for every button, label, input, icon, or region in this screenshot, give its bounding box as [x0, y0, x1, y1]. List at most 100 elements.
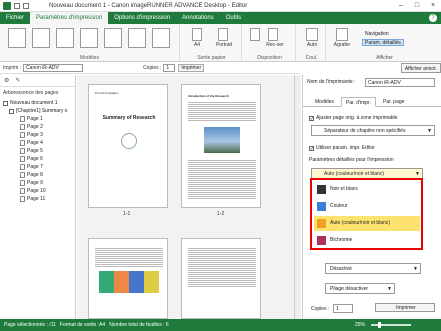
tree-pin-icon[interactable]: ✎: [15, 77, 20, 84]
color-swatch-icon: [317, 202, 326, 211]
duplex-icon[interactable]: [268, 28, 278, 41]
staple-icon[interactable]: [336, 28, 348, 41]
expand-icon[interactable]: [9, 108, 14, 114]
preview-page-3[interactable]: [88, 238, 168, 319]
page-icon: [20, 180, 25, 186]
navigation-button[interactable]: Navigation: [362, 30, 392, 37]
tree-chapter[interactable]: [Chapitre1] Summary o: [0, 107, 75, 115]
color-swatch-icon: [317, 236, 326, 245]
desactive-select[interactable]: Désactivé ▼: [325, 263, 421, 274]
print-bar: Imprim : Canon iR-ADV Copies : 1 Imprime…: [0, 62, 300, 74]
page2-text-2: [188, 159, 256, 199]
layout-icon[interactable]: [250, 28, 260, 41]
page4-text: [188, 247, 256, 287]
color-swatch-icon: [317, 185, 326, 194]
pliage-select[interactable]: Pliage désactiver ▼: [325, 283, 395, 294]
separateur-select[interactable]: Séparateur de chapitre non spécifiés ▼: [311, 125, 435, 136]
utiliser-checkbox[interactable]: ✓ Utiliser param. impr. Editor: [309, 145, 375, 151]
ajuster-checkbox[interactable]: ✓ Ajuster page orig. à zone imprimable: [309, 115, 397, 121]
color-option[interactable]: Bichromie: [314, 233, 420, 248]
tab-annotations[interactable]: Annotations: [176, 12, 220, 24]
tree-page-item[interactable]: Page 11: [0, 195, 75, 203]
page3-table: [99, 271, 159, 293]
chevron-down-icon: ▼: [413, 266, 418, 272]
preview-scrollbar[interactable]: [294, 75, 300, 319]
ribbon-group-modeles: Modèles: [0, 24, 180, 62]
maximize-button[interactable]: □: [409, 0, 425, 12]
tree-page-item[interactable]: Page 3: [0, 131, 75, 139]
color-mode-label: Auto: [306, 42, 318, 48]
expand-icon[interactable]: [3, 100, 8, 106]
quick-save-icon[interactable]: [14, 2, 20, 9]
color-option[interactable]: Auto (couleur/noir et blanc): [314, 216, 420, 231]
preview-page-1[interactable]: Pro 44 Innovation Summary of Research: [88, 84, 168, 208]
tree-page-item[interactable]: Page 6: [0, 155, 75, 163]
zoom-slider-thumb[interactable]: [378, 322, 381, 328]
close-button[interactable]: ×: [425, 0, 441, 12]
checkbox-icon: ✓: [309, 145, 315, 152]
tab-outils[interactable]: Outils: [220, 12, 247, 24]
page-icon: [20, 196, 25, 202]
tree-title: Arborescence des pages: [3, 90, 59, 96]
minimize-button[interactable]: –: [393, 0, 409, 12]
tab-fichier[interactable]: Fichier: [0, 12, 30, 24]
template-1-icon[interactable]: [8, 28, 26, 48]
template-2-icon[interactable]: [32, 28, 50, 48]
tab-modeles[interactable]: Modèles: [311, 97, 338, 107]
tree-page-item[interactable]: Page 10: [0, 187, 75, 195]
template-6-icon[interactable]: [128, 28, 146, 48]
page-tree-panel: ⚙ ✎ Arborescence des pages Nouveau docum…: [0, 75, 76, 319]
print-button[interactable]: Imprimer: [178, 63, 205, 72]
page1-header: Pro 44 Innovation: [95, 91, 119, 95]
tab-par-impr[interactable]: Par. d'impr.: [341, 97, 376, 107]
quick-undo-icon[interactable]: [23, 2, 29, 9]
tab-par-page[interactable]: Par. page: [379, 97, 408, 107]
template-3-icon[interactable]: [56, 28, 74, 48]
tree-root[interactable]: Nouveau document 1: [0, 99, 75, 107]
afficher-annot-button[interactable]: Afficher annot.: [400, 63, 441, 73]
color-option[interactable]: Couleur: [314, 199, 420, 214]
tree-page-item[interactable]: Page 8: [0, 171, 75, 179]
page2-heading: Introduction of the Research: [188, 94, 229, 98]
tree-page-item[interactable]: Page 1: [0, 115, 75, 123]
app-icon: [3, 1, 11, 10]
printer-select[interactable]: Canon iR-ADV: [23, 63, 84, 72]
window-title: Nouveau document 1 - Canon imageRUNNER A…: [49, 2, 248, 9]
preview-page-4[interactable]: [181, 238, 261, 319]
chevron-down-icon: ▼: [427, 128, 432, 134]
tree-page-item[interactable]: Page 2: [0, 123, 75, 131]
right-top-bar: Afficher annot.: [302, 62, 441, 74]
tree-page-item[interactable]: Page 9: [0, 179, 75, 187]
printer-name-select[interactable]: Canon iR-ADV: [365, 78, 435, 87]
page-icon: [20, 164, 25, 170]
copies-input[interactable]: 1: [163, 63, 176, 72]
tree-page-item[interactable]: Page 7: [0, 163, 75, 171]
help-icon[interactable]: ?: [429, 14, 437, 22]
color-mode-icon[interactable]: [306, 28, 318, 41]
tab-options-impression[interactable]: Options d'impression: [108, 12, 176, 24]
page-icon: [20, 140, 25, 146]
menu-bar: Fichier Paramètres d'impression Options …: [0, 12, 441, 24]
page2-text: [188, 101, 256, 121]
tree-tool-icon[interactable]: ⚙: [4, 77, 9, 84]
paper-size-icon[interactable]: [192, 28, 202, 41]
panel-copies-input[interactable]: 1: [333, 304, 353, 313]
template-4-icon[interactable]: [80, 28, 98, 48]
param-details-button[interactable]: Param. détaillés: [362, 39, 404, 46]
printer-label: Imprim :: [3, 64, 22, 71]
zoom-slider[interactable]: [371, 324, 411, 326]
orientation-icon[interactable]: [218, 28, 228, 41]
group-label-afficher: Afficher: [376, 55, 393, 61]
page2-photo: [204, 127, 240, 153]
template-5-icon[interactable]: [104, 28, 122, 48]
panel-print-button[interactable]: Imprimer: [375, 303, 435, 312]
ribbon-group-afficher: Agrafer Navigation Param. détaillés Affi…: [328, 24, 441, 62]
tree-page-item[interactable]: Page 4: [0, 139, 75, 147]
tab-parametres-impression[interactable]: Paramètres d'impression: [30, 12, 109, 24]
page-icon: [20, 172, 25, 178]
tree-page-item[interactable]: Page 5: [0, 147, 75, 155]
preview-page-2[interactable]: Introduction of the Research: [181, 84, 261, 208]
template-7-icon[interactable]: [152, 28, 170, 48]
color-option[interactable]: Noir et blanc: [314, 182, 420, 197]
status-page-selected: Page sélectionnée : /11: [4, 322, 56, 328]
